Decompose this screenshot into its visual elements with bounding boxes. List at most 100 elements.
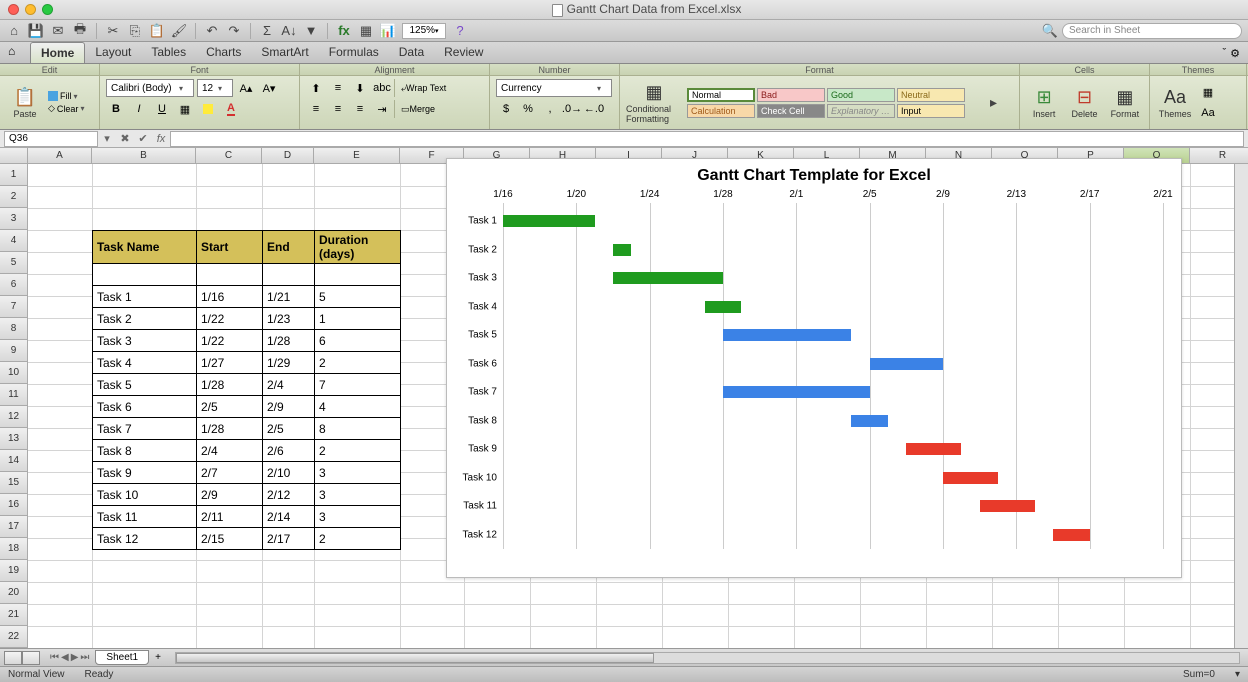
table-cell[interactable]: 4	[315, 396, 401, 418]
column-header[interactable]: C	[196, 148, 262, 164]
align-left-icon[interactable]: ≡	[306, 100, 326, 118]
table-cell[interactable]: Task 8	[93, 440, 197, 462]
redo-icon[interactable]: ↷	[226, 23, 242, 39]
fill-color-button[interactable]	[198, 100, 218, 118]
table-cell[interactable]: Task 3	[93, 330, 197, 352]
italic-button[interactable]: I	[129, 100, 149, 118]
fill-button[interactable]: Fill▾	[48, 91, 90, 101]
table-cell[interactable]: Task 4	[93, 352, 197, 374]
align-middle-icon[interactable]: ≡	[328, 79, 348, 97]
search-icon[interactable]: 🔍	[1042, 23, 1058, 39]
table-cell[interactable]: 2/6	[263, 440, 315, 462]
page-layout-view-icon[interactable]	[22, 651, 40, 665]
accept-formula-icon[interactable]: ✔	[134, 132, 152, 145]
table-cell[interactable]: 3	[315, 484, 401, 506]
row-header[interactable]: 2	[0, 186, 28, 208]
table-cell[interactable]: 1/23	[263, 308, 315, 330]
gantt-bar[interactable]	[906, 443, 961, 455]
table-cell[interactable]: 2/4	[263, 374, 315, 396]
tab-tables[interactable]: Tables	[141, 42, 196, 63]
column-header[interactable]: B	[92, 148, 196, 164]
row-header[interactable]: 8	[0, 318, 28, 340]
column-header[interactable]: A	[28, 148, 92, 164]
bold-button[interactable]: B	[106, 100, 126, 118]
name-dropdown-icon[interactable]: ▾	[98, 132, 116, 145]
row-header[interactable]: 5	[0, 252, 28, 274]
border-button[interactable]: ▦	[175, 100, 195, 118]
table-cell[interactable]: 2/5	[197, 396, 263, 418]
spreadsheet-grid[interactable]: ABCDEFGHIJKLMNOPQR 123456789101112131415…	[0, 148, 1248, 648]
table-cell[interactable]: 1/22	[197, 330, 263, 352]
format-cells-button[interactable]: ▦Format	[1107, 87, 1143, 119]
gantt-bar[interactable]	[870, 358, 943, 370]
row-header[interactable]: 3	[0, 208, 28, 230]
themes-button[interactable]: AaThemes	[1156, 87, 1194, 119]
style-explanatory[interactable]: Explanatory …	[827, 104, 895, 118]
gantt-bar[interactable]	[705, 301, 742, 313]
gantt-bar[interactable]	[613, 272, 723, 284]
font-size-combo[interactable]: 12▾	[197, 79, 233, 97]
table-header[interactable]: Start	[197, 231, 263, 264]
table-cell[interactable]: 3	[315, 506, 401, 528]
tab-home[interactable]: Home	[30, 42, 85, 63]
table-cell[interactable]: 1/16	[197, 286, 263, 308]
paste-button[interactable]: 📋Paste	[6, 87, 44, 119]
filter-icon[interactable]: ▼	[303, 23, 319, 39]
table-cell[interactable]: 5	[315, 286, 401, 308]
tab-charts[interactable]: Charts	[196, 42, 251, 63]
table-cell[interactable]: 2/12	[263, 484, 315, 506]
clear-button[interactable]: ◇Clear▾	[48, 103, 90, 114]
normal-view-icon[interactable]	[4, 651, 22, 665]
currency-icon[interactable]: $	[496, 100, 516, 118]
row-header[interactable]: 14	[0, 450, 28, 472]
row-header[interactable]: 1	[0, 164, 28, 186]
status-dropdown-icon[interactable]: ▾	[1235, 669, 1240, 680]
gantt-chart[interactable]: Gantt Chart Template for Excel 1/161/201…	[446, 158, 1182, 578]
gantt-bar[interactable]	[1053, 529, 1090, 541]
undo-icon[interactable]: ↶	[204, 23, 220, 39]
font-color-button[interactable]: A	[221, 100, 241, 118]
table-header[interactable]: End	[263, 231, 315, 264]
style-bad[interactable]: Bad	[757, 88, 825, 102]
table-cell[interactable]: 6	[315, 330, 401, 352]
row-header[interactable]: 22	[0, 626, 28, 648]
fx-icon[interactable]: fx	[336, 23, 352, 39]
table-cell[interactable]: Task 11	[93, 506, 197, 528]
styles-more-icon[interactable]: ▸	[990, 94, 997, 111]
print-icon[interactable]: 🖶	[72, 23, 88, 39]
table-cell[interactable]: 2/9	[263, 396, 315, 418]
table-cell[interactable]: 1	[315, 308, 401, 330]
table-cell[interactable]: Task 10	[93, 484, 197, 506]
home-icon[interactable]: ⌂	[6, 23, 22, 39]
number-format-combo[interactable]: Currency▾	[496, 79, 612, 97]
gantt-bar[interactable]	[723, 386, 870, 398]
style-check-cell[interactable]: Check Cell	[757, 104, 825, 118]
table-cell[interactable]: 2/11	[197, 506, 263, 528]
align-bottom-icon[interactable]: ⬇	[350, 79, 370, 97]
table-cell[interactable]: 2/17	[263, 528, 315, 550]
font-name-combo[interactable]: Calibri (Body)▾	[106, 79, 194, 97]
row-header[interactable]: 9	[0, 340, 28, 362]
minimize-window-button[interactable]	[25, 4, 36, 15]
formula-input[interactable]	[170, 131, 1244, 147]
collapse-ribbon-icon[interactable]: ˇ	[1222, 47, 1226, 60]
help-icon[interactable]: ?	[452, 23, 468, 39]
row-header[interactable]: 13	[0, 428, 28, 450]
autosum-icon[interactable]: Σ	[259, 23, 275, 39]
row-header[interactable]: 18	[0, 538, 28, 560]
table-cell[interactable]: 2/5	[263, 418, 315, 440]
cancel-formula-icon[interactable]: ✖	[116, 132, 134, 145]
table-cell[interactable]: 8	[315, 418, 401, 440]
table-cell[interactable]: Task 7	[93, 418, 197, 440]
row-header[interactable]: 19	[0, 560, 28, 582]
fx-button[interactable]: fx	[152, 133, 170, 145]
tab-review[interactable]: Review	[434, 42, 493, 63]
chart-icon[interactable]: 📊	[380, 23, 396, 39]
sort-icon[interactable]: A↓	[281, 23, 297, 39]
horizontal-scrollbar[interactable]	[175, 652, 1240, 664]
shrink-font-icon[interactable]: A▾	[259, 79, 279, 97]
search-input[interactable]: Search in Sheet	[1062, 23, 1242, 39]
table-cell[interactable]: Task 2	[93, 308, 197, 330]
save-icon[interactable]: 💾	[28, 23, 44, 39]
table-header[interactable]: Task Name	[93, 231, 197, 264]
